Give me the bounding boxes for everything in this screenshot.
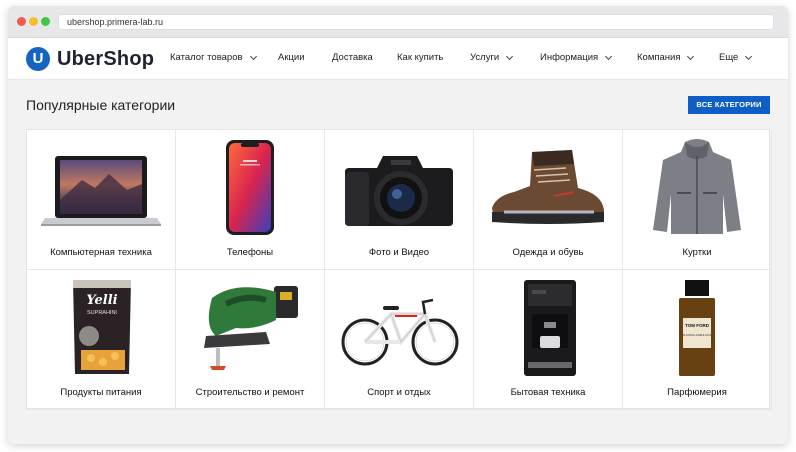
logo-mark: U (26, 47, 50, 71)
coffee-machine-icon (524, 280, 576, 376)
category-label: Телефоны (226, 247, 274, 258)
all-categories-button[interactable]: ВСЕ КАТЕГОРИИ (688, 96, 770, 114)
nav-catalog[interactable]: Каталог товаров (170, 52, 257, 63)
category-construction[interactable]: Строительство и ремонт (176, 270, 325, 410)
nav-company[interactable]: Компания (637, 52, 695, 63)
site-header: U UberShop Каталог товаров Акции Доставк… (8, 38, 788, 80)
category-label: Строительство и ремонт (195, 387, 305, 398)
browser-titlebar: ubershop.primera-lab.ru (8, 6, 788, 38)
nav-label: Информация (540, 52, 599, 63)
category-label: Спорт и отдых (367, 387, 431, 398)
nav-services[interactable]: Услуги (470, 52, 514, 63)
minimize-window-button[interactable] (29, 17, 38, 26)
package-sub: SUPRAHINI (87, 310, 117, 316)
nav-label: Доставка (332, 52, 373, 63)
boot-icon (492, 150, 604, 224)
category-label: Фото и Видео (368, 247, 430, 258)
perfume-icon: TOM FORD FUCKING FABULOUS (679, 280, 715, 376)
nav-delivery[interactable]: Доставка (332, 52, 373, 63)
chevron-down-icon (605, 52, 613, 60)
category-sports[interactable]: Спорт и отдых (325, 270, 474, 410)
chevron-down-icon (249, 52, 257, 60)
category-label: Куртки (682, 247, 712, 258)
nav-label: Услуги (470, 52, 500, 63)
category-appliances[interactable]: Бытовая техника (474, 270, 623, 410)
category-computers[interactable]: Компьютерная техника (27, 130, 176, 270)
category-jackets[interactable]: Куртки (623, 130, 772, 270)
nav-more[interactable]: Еще (719, 52, 753, 63)
category-perfume[interactable]: TOM FORD FUCKING FABULOUS Парфюмерия (623, 270, 772, 410)
maximize-window-button[interactable] (41, 17, 50, 26)
nav-label: Компания (637, 52, 681, 63)
category-photo-video[interactable]: Фото и Видео (325, 130, 474, 270)
category-label: Продукты питания (60, 387, 142, 398)
category-label: Компьютерная техника (50, 247, 152, 258)
nav-label: Акции (278, 52, 305, 63)
smartphone-icon (226, 140, 274, 235)
pasta-pack-icon: Yelli SUPRAHINI (73, 280, 131, 374)
nav-label: Еще (719, 52, 739, 63)
nav-promotions[interactable]: Акции (278, 52, 305, 63)
bottle-brand: TOM FORD (685, 323, 710, 328)
close-window-button[interactable] (17, 17, 26, 26)
jigsaw-icon (204, 286, 298, 370)
bicycle-icon (341, 298, 459, 366)
jacket-icon (653, 139, 741, 234)
bottle-name: FUCKING FABULOUS (683, 333, 711, 337)
nav-information[interactable]: Информация (540, 52, 613, 63)
chevron-down-icon (745, 52, 753, 60)
chevron-down-icon (687, 52, 695, 60)
section-title: Популярные категории (26, 97, 176, 113)
nav-how-to-buy[interactable]: Как купить (397, 52, 443, 63)
browser-window: ubershop.primera-lab.ru U UberShop Катал… (8, 6, 788, 444)
laptop-icon (41, 156, 161, 226)
logo-text: UberShop (57, 47, 155, 70)
site-logo[interactable]: U UberShop (26, 46, 154, 72)
category-food[interactable]: Yelli SUPRAHINI Продукты питания (27, 270, 176, 410)
category-label: Парфюмерия (667, 387, 727, 398)
nav-label: Как купить (397, 52, 444, 63)
package-brand: Yelli (86, 293, 117, 308)
category-label: Бытовая техника (510, 387, 586, 398)
chevron-down-icon (506, 52, 514, 60)
category-label: Одежда и обувь (512, 247, 584, 258)
categories-grid: Компьютерная техника Телефоны Фото и Вид… (26, 129, 772, 410)
category-phones[interactable]: Телефоны (176, 130, 325, 270)
nav-label: Каталог товаров (170, 52, 243, 63)
category-clothing-shoes[interactable]: Одежда и обувь (474, 130, 623, 270)
camera-icon (345, 156, 453, 226)
address-bar[interactable]: ubershop.primera-lab.ru (58, 14, 774, 30)
